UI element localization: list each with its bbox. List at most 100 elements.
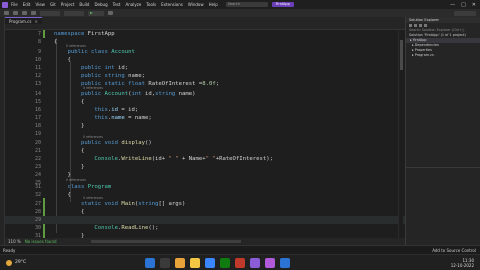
search-box[interactable]: Search [225,2,268,7]
code-line: 30 Console.ReadLine(); [5,224,405,232]
reference-count[interactable]: 0 references [66,178,86,182]
code-line: 27 static void Main(string[] args) [5,200,405,208]
code-text: public static float RateOfInterest =8.0f… [80,81,220,87]
line-number: 32 [34,192,41,198]
platform-dropdown[interactable] [64,10,84,16]
code-line: 23 } [5,163,405,171]
taskbar-apps [145,258,290,268]
start-debug-button[interactable] [88,10,104,16]
menu-analyze[interactable]: Analyze [126,2,142,7]
code-editor[interactable]: 7 namespace FirstApp 8 { 0 references 9 … [5,30,405,245]
zoom-level[interactable]: 110 % [8,239,21,244]
code-line: 15 { [5,98,405,106]
code-text: public int id; [80,65,129,71]
tab-program-cs[interactable]: Program.cs ✕ [5,17,42,24]
code-text: namespace FirstApp [54,31,115,37]
undo-icon[interactable] [31,11,36,15]
issues-indicator[interactable]: No issues found [25,239,57,244]
config-dropdown[interactable] [40,10,60,16]
editor-vertical-scrollbar[interactable] [398,30,403,238]
code-line: 21 { [5,147,405,155]
weather-widget[interactable]: 29°C [6,259,27,266]
menu-file[interactable]: File [11,2,18,7]
home-icon[interactable] [409,24,412,27]
menu-edit[interactable]: Edit [23,2,31,7]
temperature: 29°C [15,260,27,265]
code-line: 7 namespace FirstApp [5,30,405,38]
save-icon[interactable] [22,11,27,15]
line-number: 30 [34,225,41,231]
code-text: { [54,209,85,215]
line-number: 14 [34,91,41,97]
line-number: 16 [34,107,41,113]
taskbar-app-icon[interactable] [280,258,290,268]
code-text: public class Account [67,49,135,55]
close-tab-icon[interactable]: ✕ [34,19,37,24]
taskbar-app-icon[interactable] [205,258,215,268]
back-icon[interactable] [4,11,9,15]
close-window-button[interactable]: ✕ [472,2,476,8]
code-text: class Program [67,184,112,190]
run-without-debug-icon[interactable] [108,11,113,15]
taskbar-app-icon[interactable] [265,258,275,268]
editor-bottom-bar: 110 % No issues found [5,238,405,245]
title-bar: File Edit View Git Project Build Debug T… [0,0,480,9]
line-number: 9 [37,49,41,55]
live-share-button[interactable] [454,10,476,16]
menu-window[interactable]: Window [188,2,204,7]
code-text: public string name; [80,73,145,79]
minimize-button[interactable]: — [450,2,455,8]
code-line: 11 public int id; [5,64,405,72]
code-line: 19 [5,130,405,138]
code-line: 31 class Program [5,183,405,191]
properties-panel [406,167,480,245]
code-text: { [54,39,58,45]
code-text: } [54,164,85,170]
code-line: 20 public void display() [5,139,405,147]
menu-build[interactable]: Build [79,2,89,7]
refresh-icon[interactable] [419,24,422,27]
taskbar-app-icon[interactable] [235,258,245,268]
source-control-button[interactable]: Add to Source Control [432,248,476,253]
forward-icon[interactable] [13,11,18,15]
weather-sun-icon [6,259,12,266]
line-number: 28 [34,209,41,215]
menu-extensions[interactable]: Extensions [161,2,183,7]
menu-git[interactable]: Git [50,2,56,7]
menu-test[interactable]: Test [113,2,121,7]
document-tabs: Program.cs ✕ [5,17,405,24]
taskbar-app-icon[interactable] [190,258,200,268]
code-line: 22 Console.WriteLine(id+ " " + Name+" "+… [5,155,405,163]
clock-date: 12-10-2022 [450,262,474,268]
sync-icon[interactable] [414,24,417,27]
tree-item-program-cs[interactable]: ▸ Program.cs [406,53,480,58]
taskbar-app-icon[interactable] [160,258,170,268]
taskbar-app-icon[interactable] [250,258,260,268]
scrollbar-thumb[interactable] [400,40,403,70]
taskbar-app-icon[interactable] [220,258,230,268]
status-text: Ready [3,247,16,253]
code-text: { [54,99,85,105]
code-text: static void Main(string[] args) [80,201,186,207]
taskbar-app-icon[interactable] [175,258,185,268]
maximize-button[interactable]: □ [461,2,466,8]
toolbar [0,9,480,17]
system-clock[interactable]: 11:30 12-10-2022 [451,258,474,268]
menu-help[interactable]: Help [209,2,218,7]
line-number: 7 [37,31,41,37]
code-line: 9 public class Account [5,48,405,56]
code-line: 12 public string name; [5,72,405,80]
code-text: { [54,148,85,154]
line-number: 10 [34,57,41,63]
taskbar-app-icon[interactable] [145,258,155,268]
collapse-icon[interactable] [424,24,427,27]
line-number: 13 [34,81,41,87]
line-number: 19 [34,131,41,137]
menu-project[interactable]: Project [61,2,75,7]
menu-tools[interactable]: Tools [146,2,156,7]
menu-view[interactable]: View [35,2,45,7]
line-number: 27 [34,201,41,207]
menu-debug[interactable]: Debug [94,2,107,7]
project-name-badge: FirstApp [271,2,294,7]
horizontal-scrollbar[interactable] [90,240,241,243]
